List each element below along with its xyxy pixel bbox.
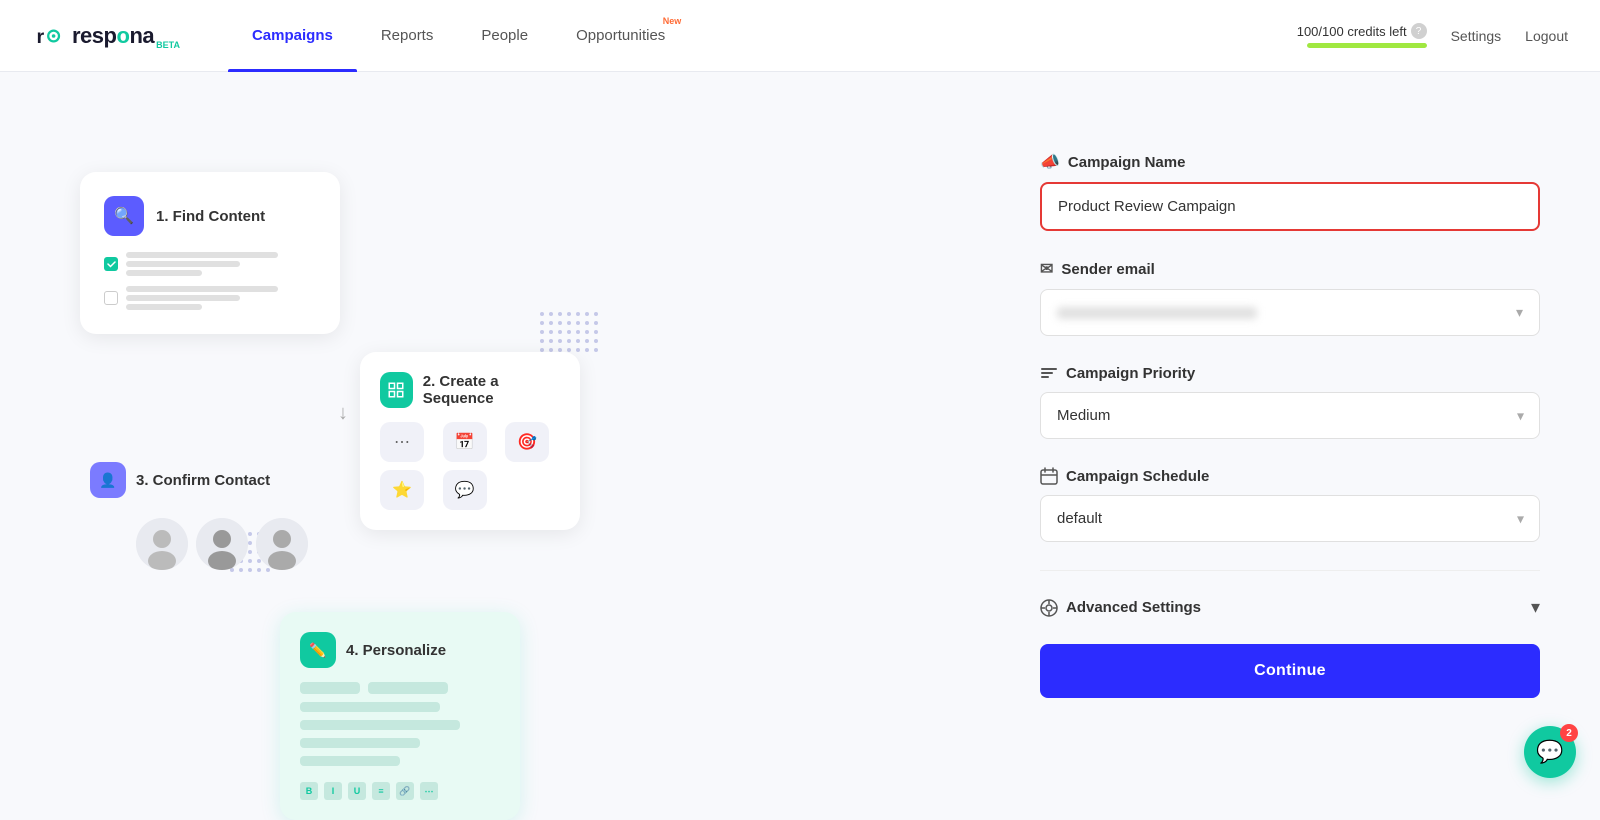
nav-campaigns[interactable]: Campaigns <box>228 0 357 72</box>
more-btn: ⋯ <box>420 782 438 800</box>
checkbox-checked <box>104 257 118 271</box>
icon-chat: 💬 <box>443 470 487 510</box>
priority-wrapper: Low Medium High ▾ <box>1040 392 1540 439</box>
continue-button[interactable]: Continue <box>1040 644 1540 698</box>
bold-btn: B <box>300 782 318 800</box>
avatar-1 <box>136 518 188 570</box>
campaign-name-title: 📣 Campaign Name <box>1040 152 1540 172</box>
underline-btn: U <box>348 782 366 800</box>
credits-bar <box>1307 43 1427 48</box>
priority-icon <box>1040 364 1058 382</box>
step3-label: 3. Confirm Contact <box>136 472 270 489</box>
sender-email-title: ✉ Sender email <box>1040 259 1540 279</box>
campaign-priority-section: Campaign Priority Low Medium High ▾ <box>1040 364 1540 439</box>
step2-icons: ⋯ 📅 🎯 ⭐ 💬 <box>380 422 560 510</box>
step4-row-1 <box>300 682 500 694</box>
campaign-name-input[interactable] <box>1040 182 1540 231</box>
sender-email-display[interactable]: ▾ <box>1040 289 1540 336</box>
credits-area: 100/100 credits left ? <box>1297 23 1427 48</box>
logo: r respona BETA <box>32 18 180 54</box>
campaign-schedule-title: Campaign Schedule <box>1040 467 1540 485</box>
step1-label: 1. Find Content <box>156 208 265 225</box>
nav-reports[interactable]: Reports <box>357 0 458 72</box>
sender-email-section: ✉ Sender email ▾ <box>1040 259 1540 336</box>
align-btn: ≡ <box>372 782 390 800</box>
opportunities-badge: New <box>663 16 682 26</box>
editor-toolbar: B I U ≡ 🔗 ⋯ <box>300 782 500 800</box>
chat-badge: 2 <box>1560 724 1578 742</box>
main-content: 🔍 1. Find Content <box>0 72 1600 802</box>
credits-info-icon[interactable]: ? <box>1411 23 1427 39</box>
sender-email-blur <box>1057 307 1257 319</box>
divider <box>1040 570 1540 571</box>
email-icon: ✉ <box>1040 259 1053 279</box>
step4-card: ✏️ 4. Personalize B I U ≡ 🔗 ⋯ <box>280 612 520 820</box>
link-btn: 🔗 <box>396 782 414 800</box>
icon-share: ⋯ <box>380 422 424 462</box>
advanced-settings-left: Advanced Settings <box>1040 599 1201 617</box>
form-area: 📣 Campaign Name ✉ Sender email ▾ <box>1040 112 1540 762</box>
campaign-name-section: 📣 Campaign Name <box>1040 152 1540 231</box>
schedule-icon <box>1040 467 1058 485</box>
nav-right: 100/100 credits left ? Settings Logout <box>1297 23 1568 48</box>
campaign-schedule-section: Campaign Schedule default ▾ <box>1040 467 1540 542</box>
sender-email-wrapper: ▾ <box>1040 289 1540 336</box>
step3-card: 👤 3. Confirm Contact <box>90 462 308 570</box>
step1-row-2 <box>104 286 316 310</box>
row-lines-2 <box>126 286 316 310</box>
nav-opportunities[interactable]: Opportunities New <box>552 0 689 72</box>
checkbox-empty <box>104 291 118 305</box>
campaign-schedule-select[interactable]: default <box>1040 495 1540 542</box>
chat-icon: 💬 <box>1536 739 1563 765</box>
avatar-3 <box>256 518 308 570</box>
advanced-icon <box>1040 599 1058 617</box>
step2-icon <box>380 372 413 408</box>
step3-header: 👤 3. Confirm Contact <box>90 462 308 498</box>
step4-lines: B I U ≡ 🔗 ⋯ <box>300 682 500 800</box>
nav-logout[interactable]: Logout <box>1525 28 1568 44</box>
row-lines-1 <box>126 252 316 276</box>
step1-header: 🔍 1. Find Content <box>104 196 316 236</box>
step4-header: ✏️ 4. Personalize <box>300 632 500 668</box>
illustration-area: 🔍 1. Find Content <box>60 112 960 762</box>
icon-star: ⭐ <box>380 470 424 510</box>
nav-links: Campaigns Reports People Opportunities N… <box>228 0 1297 72</box>
icon-target: 🎯 <box>505 422 549 462</box>
icon-calendar: 📅 <box>443 422 487 462</box>
advanced-settings-row[interactable]: Advanced Settings ▾ <box>1040 579 1540 636</box>
step1-card: 🔍 1. Find Content <box>80 172 340 334</box>
avatar-2 <box>196 518 248 570</box>
step4-icon: ✏️ <box>300 632 336 668</box>
step1-row-1 <box>104 252 316 276</box>
campaign-icon: 📣 <box>1040 152 1060 172</box>
step2-label: 2. Create a Sequence <box>423 373 560 407</box>
step2-header: 2. Create a Sequence <box>380 372 560 408</box>
chevron-down-icon: ▾ <box>1531 597 1540 618</box>
campaign-priority-select[interactable]: Low Medium High <box>1040 392 1540 439</box>
dots-pattern-1 <box>540 312 598 352</box>
navbar: r respona BETA Campaigns Reports People … <box>0 0 1600 72</box>
step3-icon: 👤 <box>90 462 126 498</box>
step2-card: 2. Create a Sequence ⋯ 📅 🎯 ⭐ 💬 <box>360 352 580 530</box>
svg-text:r: r <box>37 26 45 48</box>
credits-text: 100/100 credits left ? <box>1297 23 1427 39</box>
campaign-priority-title: Campaign Priority <box>1040 364 1540 382</box>
step1-icon: 🔍 <box>104 196 144 236</box>
logo-beta: BETA <box>156 40 180 50</box>
sender-dropdown-arrow: ▾ <box>1516 304 1523 321</box>
nav-settings[interactable]: Settings <box>1451 28 1502 44</box>
nav-people[interactable]: People <box>457 0 552 72</box>
step1-rows <box>104 252 316 310</box>
arrow-1-2: ↓ <box>338 402 348 425</box>
credits-bar-fill <box>1307 43 1427 48</box>
logo-text: respona <box>72 23 154 49</box>
schedule-wrapper: default ▾ <box>1040 495 1540 542</box>
italic-btn: I <box>324 782 342 800</box>
avatars-row <box>136 518 308 570</box>
step4-label: 4. Personalize <box>346 642 446 659</box>
chat-button[interactable]: 💬 2 <box>1524 726 1576 778</box>
